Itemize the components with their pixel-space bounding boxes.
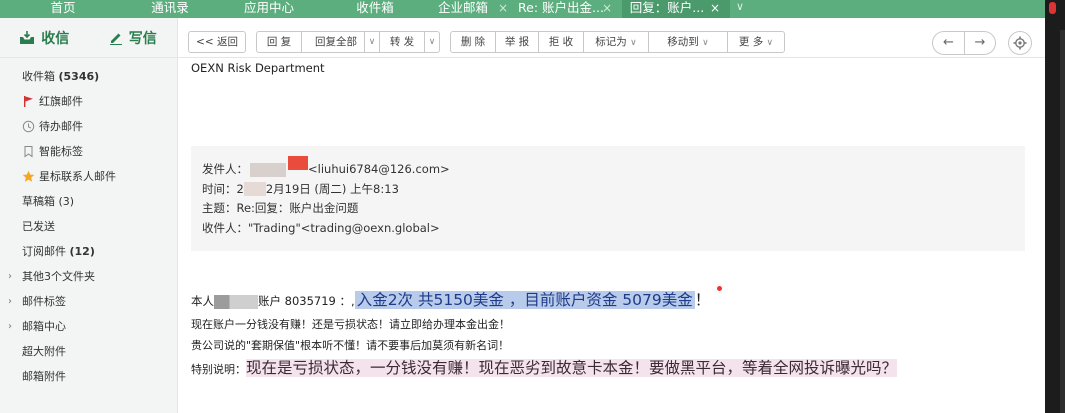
redacted-block [250, 162, 286, 177]
prev-mail-arrow-icon[interactable]: ← [933, 32, 964, 54]
folder-mail-tags[interactable]: › 邮件标签 [0, 289, 177, 314]
close-tab-icon[interactable]: × [498, 0, 508, 16]
move-to-button[interactable]: 移动到 ∨ [648, 31, 728, 53]
edge-red-indicator [1049, 2, 1056, 14]
folder-red-flag[interactable]: 红旗邮件 [0, 89, 177, 114]
more-button[interactable]: 更 多 ∨ [727, 31, 785, 53]
reject-button[interactable]: 拒 收 [538, 31, 584, 53]
red-flag-icon [24, 96, 33, 107]
chevron-down-icon: ∨ [630, 38, 637, 48]
top-nav-bar: 首页 通讯录 应用中心 收件箱 企业邮箱 × Re: 账户出金... × 回复：账户… [0, 0, 1065, 18]
body-line-4: 特别说明：现在是亏损状态，一分钱没有赚！现在恶劣到故意卡本金！要做黑平台，等着全… [191, 359, 898, 377]
prev-next-nav: ← → [932, 31, 996, 55]
tab-enterprise-mail[interactable]: 企业邮箱 × [426, 0, 518, 18]
compose-bar: 收信 写信 [0, 18, 177, 58]
folder-other-folders[interactable]: › 其他3个文件夹 [0, 264, 177, 289]
folder-drafts[interactable]: 草稿箱 (3) [0, 189, 177, 214]
reply-button[interactable]: 回 复 [256, 31, 302, 53]
redaction-red-block [288, 156, 308, 170]
quote-from: 发件人： <liuhui6784@126.com> [202, 156, 1025, 180]
tab-app-center[interactable]: 应用中心 [214, 0, 324, 18]
tab-re-account-withdrawal[interactable]: Re: 账户出金... × [518, 0, 622, 18]
quote-to: 收件人："Trading"<trading@oexn.global> [202, 220, 440, 235]
clock-icon [22, 120, 35, 133]
receive-mail-icon [20, 30, 35, 44]
folder-mail-center[interactable]: › 邮箱中心 [0, 314, 177, 339]
forward-button[interactable]: 转 发 [379, 31, 425, 53]
body-line-1: 本人 账户 8035719 ：, 入金2次 共5150美金 ，目前账户资金 5079… [191, 291, 711, 309]
close-tab-icon[interactable]: × [710, 0, 720, 16]
edge-scroll-strip [1060, 30, 1065, 413]
tab-home[interactable]: 首页 [0, 0, 126, 18]
redacted-block [214, 294, 258, 309]
folder-mail-attachments[interactable]: 邮箱附件 [0, 364, 177, 389]
mail-body: 本人 账户 8035719 ：, 入金2次 共5150美金 ，目前账户资金 5079… [191, 286, 1031, 380]
delete-button[interactable]: 删 除 [450, 31, 496, 53]
quoted-header: 发件人： <liuhui6784@126.com> 时间：2 2月19日 (周二) … [191, 146, 1025, 251]
mail-content: OEXN Risk Department 发件人： <liuhui6784@126… [180, 58, 1045, 413]
nav-filler [750, 0, 1065, 18]
tab-contacts[interactable]: 通讯录 [126, 0, 214, 18]
reply-all-button[interactable]: 回复全部 [301, 31, 371, 53]
quote-time: 时间：2 2月19日 (周二) 上午8:13 [202, 181, 399, 196]
window-edge [1045, 0, 1065, 413]
tag-icon [24, 146, 33, 158]
folder-starred-contacts[interactable]: 星标联系人邮件 [0, 164, 177, 189]
folder-todo[interactable]: 待办邮件 [0, 114, 177, 139]
folder-list: 收件箱 (5346) 红旗邮件 待办邮件 智能标签 星标联系人邮件 草稿箱 (3… [0, 58, 177, 389]
folder-smart-tag[interactable]: 智能标签 [0, 139, 177, 164]
report-button[interactable]: 举 报 [495, 31, 539, 53]
body-line-2: 现在账户一分钱没有赚！还是亏损状态！请立即给办理本金出金！ [191, 318, 510, 331]
close-tab-icon[interactable]: × [602, 0, 612, 16]
folder-subscriptions[interactable]: 订阅邮件 (12) [0, 239, 177, 264]
tab-inbox[interactable]: 收件箱 [324, 0, 426, 18]
mark-as-button[interactable]: 标记为 ∨ [583, 31, 649, 53]
sender-org-line: OEXN Risk Department [191, 61, 325, 75]
settings-button[interactable] [1008, 31, 1032, 55]
gear-icon [1013, 36, 1027, 50]
tab-reply-account[interactable]: 回复：账户... × [622, 0, 730, 18]
chevron-down-icon: ∨ [702, 38, 709, 48]
chevron-right-icon: › [8, 271, 12, 282]
next-mail-arrow-icon[interactable]: → [964, 32, 995, 54]
chevron-right-icon: › [8, 321, 12, 332]
highlighted-warning-text: 现在是亏损状态，一分钱没有赚！现在恶劣到故意卡本金！要做黑平台，等着全网投诉曝光… [246, 359, 898, 377]
pencil-icon [109, 33, 122, 45]
star-icon [22, 170, 35, 182]
compose-mail-button[interactable]: 写信 [89, 18, 178, 58]
folder-sent[interactable]: 已发送 [0, 214, 177, 239]
forward-dropdown-icon[interactable]: ∨ [424, 31, 440, 53]
folder-inbox[interactable]: 收件箱 (5346) [0, 64, 177, 89]
redacted-block [243, 182, 266, 196]
sidebar: 收信 写信 收件箱 (5346) 红旗邮件 待办邮件 智能标签 星标联系人邮件 … [0, 18, 178, 413]
chevron-right-icon: › [8, 296, 12, 307]
mail-toolbar: << 返回 回 复 回复全部 ∨ 转 发 ∨ 删 除 举 报 拒 收 标记为 ∨… [178, 18, 1045, 58]
chevron-down-icon: ∨ [766, 38, 774, 48]
body-line-3: 贵公司说的"套期保值"根本听不懂！请不要事后加莫须有新名词！ [191, 339, 510, 352]
quote-subject: 主题：Re:回复：账户出金问题 [202, 201, 359, 215]
back-button[interactable]: << 返回 [188, 31, 246, 53]
highlighted-amount-text: 入金2次 共5150美金 ，目前账户资金 5079美金 [354, 291, 695, 309]
more-tabs-chevron-icon[interactable]: ∨ [730, 0, 750, 18]
receive-mail-button[interactable]: 收信 [0, 18, 89, 58]
reply-all-dropdown-icon[interactable]: ∨ [364, 31, 380, 53]
folder-large-attachments[interactable]: 超大附件 [0, 339, 177, 364]
